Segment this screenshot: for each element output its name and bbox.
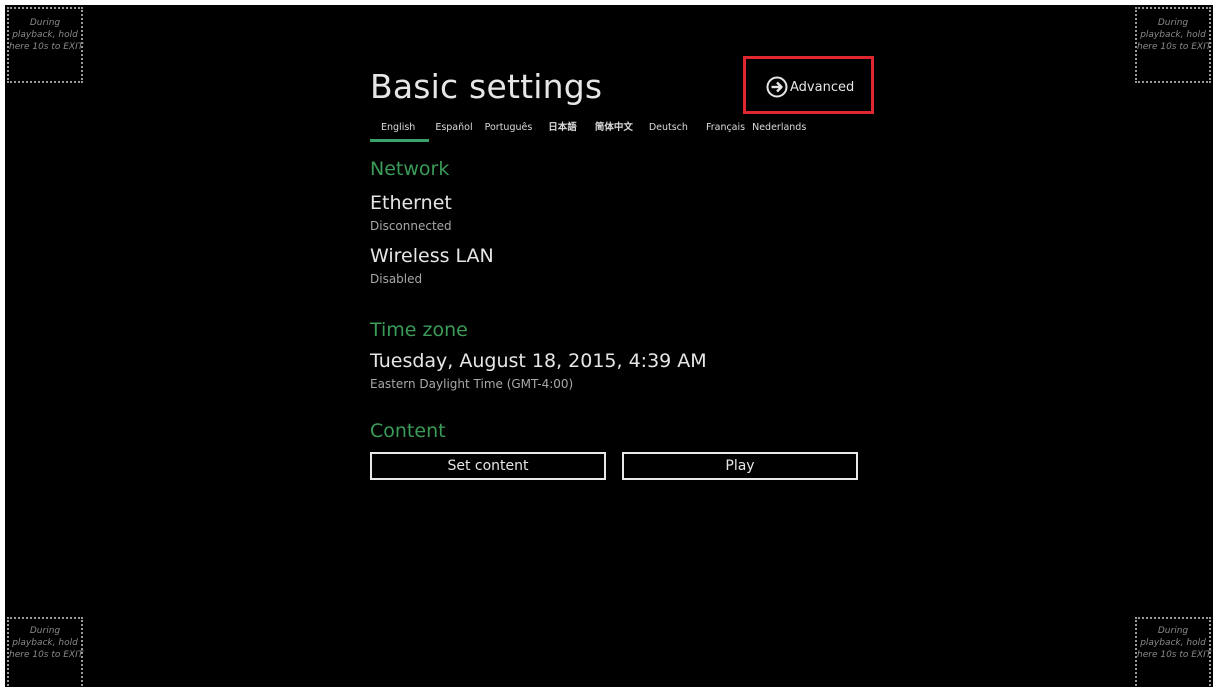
ethernet-setting[interactable]: Ethernet <box>370 192 452 214</box>
set-content-button[interactable]: Set content <box>370 452 606 480</box>
exit-hint-line: During <box>29 18 61 28</box>
play-button[interactable]: Play <box>622 452 858 480</box>
exit-hotspot-bottom-right[interactable]: During playback, hold here 10s to EXIT <box>1135 617 1211 687</box>
timezone-value: Eastern Daylight Time (GMT-4:00) <box>370 377 574 391</box>
exit-hint-line: playback, hold <box>1140 638 1206 648</box>
exit-hint-line: During <box>1157 18 1189 28</box>
exit-hint-line: During <box>1157 626 1189 636</box>
exit-hint-line: here 10s to EXIT <box>1137 42 1212 52</box>
network-heading: Network <box>370 158 450 180</box>
tab-language-english[interactable]: English <box>370 121 430 142</box>
exit-hint-line: During <box>29 626 61 636</box>
wireless-lan-status: Disabled <box>370 272 423 286</box>
tab-language-chinese-simplified[interactable]: 简体中文 <box>589 121 643 135</box>
exit-hint-line: playback, hold <box>12 638 78 648</box>
exit-hint-line: here 10s to EXIT <box>1137 650 1212 660</box>
arrow-right-circle-icon <box>766 76 788 98</box>
content-heading: Content <box>370 420 446 442</box>
tab-language-portugues[interactable]: Português <box>479 121 539 135</box>
exit-hint-line: playback, hold <box>1140 30 1206 40</box>
datetime-setting[interactable]: Tuesday, August 18, 2015, 4:39 AM <box>370 350 707 372</box>
tab-language-deutsch[interactable]: Deutsch <box>643 121 698 135</box>
exit-hint-line: playback, hold <box>12 30 78 40</box>
exit-hint-line: here 10s to EXIT <box>9 42 84 52</box>
page-title: Basic settings <box>370 67 603 106</box>
exit-hotspot-top-right[interactable]: During playback, hold here 10s to EXIT <box>1135 7 1211 83</box>
wireless-lan-setting[interactable]: Wireless LAN <box>370 245 494 267</box>
exit-hotspot-top-left[interactable]: During playback, hold here 10s to EXIT <box>7 7 83 83</box>
tab-language-japanese[interactable]: 日本語 <box>538 121 589 135</box>
exit-hint-line: here 10s to EXIT <box>9 650 84 660</box>
settings-screen: During playback, hold here 10s to EXIT D… <box>5 5 1213 687</box>
timezone-heading: Time zone <box>370 319 468 341</box>
advanced-button[interactable]: Advanced <box>766 76 854 98</box>
language-tabs: English Español Português 日本語 简体中文 Deuts… <box>370 121 812 143</box>
tab-language-espanol[interactable]: Español <box>429 121 478 135</box>
tab-language-francais[interactable]: Français <box>698 121 749 135</box>
advanced-label: Advanced <box>790 79 855 95</box>
ethernet-status: Disconnected <box>370 219 452 233</box>
exit-hotspot-bottom-left[interactable]: During playback, hold here 10s to EXIT <box>7 617 83 687</box>
tab-language-nederlands[interactable]: Nederlands <box>749 121 812 135</box>
